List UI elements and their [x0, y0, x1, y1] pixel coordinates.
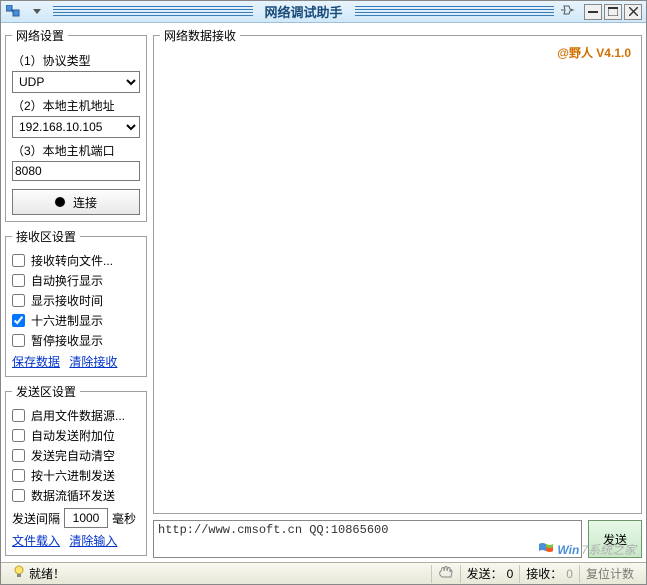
send-opt-label-2: 发送完自动清空 [31, 447, 115, 464]
recv-opt-label-2: 显示接收时间 [31, 292, 103, 309]
send-opt-row-3: 按十六进制发送 [12, 467, 140, 484]
send-button[interactable]: 发送 [588, 520, 642, 558]
send-opt-checkbox-3[interactable] [12, 469, 25, 482]
connect-button-label: 连接 [73, 194, 97, 211]
maximize-button[interactable] [604, 4, 622, 20]
pin-icon[interactable] [558, 4, 578, 19]
send-settings-group: 发送区设置 启用文件数据源... 自动发送附加位发送完自动清空按十六进制发送数据流… [5, 383, 147, 556]
recv-opt-checkbox-2[interactable] [12, 294, 25, 307]
dropdown-icon[interactable] [27, 2, 47, 22]
protocol-select[interactable]: UDP [12, 71, 140, 93]
recv-opt-checkbox-3[interactable] [12, 314, 25, 327]
version-badge: @野人 V4.1.0 [160, 44, 635, 61]
network-settings-legend: 网络设置 [12, 27, 68, 44]
clear-input-link[interactable]: 清除输入 [69, 534, 117, 548]
protocol-label: （1）协议类型 [12, 52, 140, 69]
ready-bulb-icon [13, 565, 25, 582]
send-count-label: 发送： [467, 565, 503, 582]
send-opt-checkbox-0[interactable] [12, 409, 25, 422]
interval-label-pre: 发送间隔 [12, 510, 60, 527]
status-ready-text: 就绪！ [29, 565, 65, 582]
recv-opt-checkbox-1[interactable] [12, 274, 25, 287]
recv-opt-label-4: 暂停接收显示 [31, 332, 103, 349]
clear-recv-link[interactable]: 清除接收 [69, 355, 117, 369]
recv-opt-row-0: 接收转向文件... [12, 252, 140, 269]
recv-count-value: 0 [566, 567, 573, 581]
host-select[interactable]: 192.168.10.105 [12, 116, 140, 138]
send-textarea[interactable]: http://www.cmsoft.cn QQ:10865600 [153, 520, 582, 558]
host-label: （2）本地主机地址 [12, 97, 140, 114]
send-opt-checkbox-4[interactable] [12, 489, 25, 502]
save-data-link[interactable]: 保存数据 [12, 355, 60, 369]
connect-dot-icon [55, 197, 65, 207]
network-settings-group: 网络设置 （1）协议类型 UDP （2）本地主机地址 192.168.10.10… [5, 27, 147, 222]
recv-opt-row-3: 十六进制显示 [12, 312, 140, 329]
send-opt-row-4: 数据流循环发送 [12, 487, 140, 504]
interval-input[interactable] [64, 508, 108, 528]
file-load-link[interactable]: 文件载入 [12, 534, 60, 548]
recv-opt-label-1: 自动换行显示 [31, 272, 103, 289]
status-bar: 就绪！ 发送： 0 接收： 0 复位计数 [1, 562, 646, 584]
send-opt-checkbox-2[interactable] [12, 449, 25, 462]
recv-settings-legend: 接收区设置 [12, 228, 80, 245]
window-title: 网络调试助手 [257, 2, 351, 21]
send-opt-row-0: 启用文件数据源... [12, 407, 140, 424]
recv-count-label: 接收： [526, 565, 562, 582]
send-opt-row-1: 自动发送附加位 [12, 427, 140, 444]
recv-textarea[interactable] [160, 63, 635, 507]
hand-icon [438, 565, 454, 582]
send-opt-label-3: 按十六进制发送 [31, 467, 115, 484]
recv-opt-row-2: 显示接收时间 [12, 292, 140, 309]
reset-count-button[interactable]: 复位计数 [579, 565, 640, 583]
title-bar: 网络调试助手 [1, 1, 646, 23]
title-decoration-right [355, 6, 555, 18]
send-opt-label-4: 数据流循环发送 [31, 487, 115, 504]
window-controls [582, 4, 642, 20]
close-button[interactable] [624, 4, 642, 20]
recv-opt-checkbox-0[interactable] [12, 254, 25, 267]
send-opt-checkbox-1[interactable] [12, 429, 25, 442]
recv-opt-label-3: 十六进制显示 [31, 312, 103, 329]
recv-opt-checkbox-4[interactable] [12, 334, 25, 347]
recv-opt-row-4: 暂停接收显示 [12, 332, 140, 349]
send-count-value: 0 [507, 567, 514, 581]
send-opt-label-1: 自动发送附加位 [31, 427, 115, 444]
recv-data-legend: 网络数据接收 [160, 27, 240, 44]
connect-button[interactable]: 连接 [12, 189, 140, 215]
port-input[interactable] [12, 161, 140, 181]
title-decoration-left [53, 6, 253, 18]
recv-opt-row-1: 自动换行显示 [12, 272, 140, 289]
recv-settings-group: 接收区设置 接收转向文件...自动换行显示显示接收时间十六进制显示暂停接收显示 … [5, 228, 147, 377]
app-icon [3, 2, 23, 22]
recv-opt-label-0: 接收转向文件... [31, 252, 113, 269]
send-settings-legend: 发送区设置 [12, 383, 80, 400]
send-opt-label-0: 启用文件数据源... [31, 407, 125, 424]
recv-data-group: 网络数据接收 @野人 V4.1.0 [153, 27, 642, 514]
send-opt-row-2: 发送完自动清空 [12, 447, 140, 464]
minimize-button[interactable] [584, 4, 602, 20]
interval-label-post: 毫秒 [112, 510, 136, 527]
port-label: （3）本地主机端口 [12, 142, 140, 159]
